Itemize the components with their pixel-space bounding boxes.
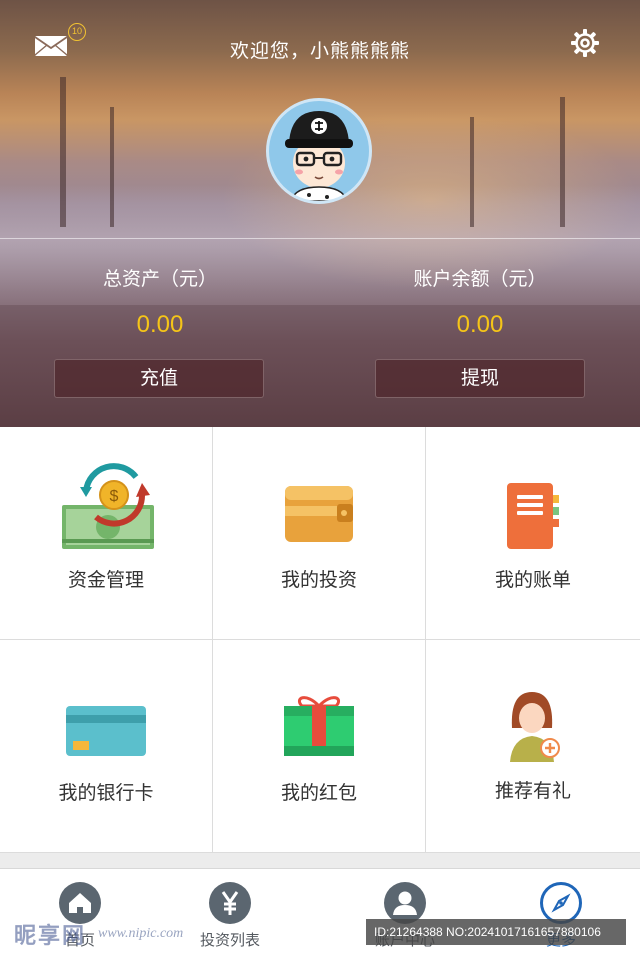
menu-item-fund-management[interactable]: $ 资金管理 [0, 427, 213, 640]
user-avatar [285, 111, 353, 201]
tree-silhouette [60, 77, 66, 227]
gift-icon [284, 696, 354, 756]
balance-value: 0.00 [456, 311, 504, 338]
menu-item-label: 我的账单 [494, 569, 571, 591]
tab-investment-list[interactable]: 投资列表 [150, 869, 310, 960]
menu-item-my-bank-card[interactable]: 我的银行卡 [0, 640, 213, 853]
settings-button[interactable] [569, 27, 601, 59]
avatar[interactable] [266, 98, 372, 204]
menu-item-label: 我的投资 [280, 569, 357, 591]
tree-silhouette [560, 97, 565, 227]
menu-item-referral-gift[interactable]: 推荐有礼 [426, 640, 640, 853]
gear-icon [571, 29, 599, 57]
tree-silhouette [110, 107, 114, 227]
withdraw-button[interactable]: 提现 [375, 359, 585, 398]
bank-card-icon [66, 706, 146, 756]
menu-item-my-red-packet[interactable]: 我的红包 [213, 640, 426, 853]
referral-icon [510, 692, 560, 762]
account-header: 10 欢迎您，小熊熊熊熊 总资产（元） 账户余额（元） 0.00 0.00 充值… [0, 0, 640, 427]
menu-item-my-bill[interactable]: 我的账单 [426, 427, 640, 640]
svg-text:$: $ [110, 488, 119, 505]
compass-icon [540, 882, 582, 924]
menu-item-label: 我的红包 [280, 782, 357, 804]
total-assets-value: 0.00 [136, 311, 184, 338]
yen-icon [209, 882, 251, 924]
header-divider [0, 238, 640, 239]
watermark-url: www.nipic.com [98, 926, 184, 941]
menu-item-label: 资金管理 [67, 569, 144, 591]
watermark-logo: 昵享网 [14, 923, 87, 949]
recharge-button[interactable]: 充值 [54, 359, 264, 398]
watermark-id: ID:21264388 NO:20241017161657880106 [366, 919, 626, 945]
menu-grid: $ 资金管理 我的投资 我的账单 我的银行卡 我的红包 推荐有礼 [0, 427, 640, 853]
notebook-icon [507, 483, 559, 549]
wallet-icon [285, 486, 353, 542]
menu-item-label: 我的银行卡 [58, 782, 154, 804]
tab-more[interactable]: 更多 [481, 869, 640, 960]
money-exchange-icon: $ [62, 463, 154, 549]
user-icon [384, 882, 426, 924]
menu-item-label: 推荐有礼 [494, 780, 571, 802]
balance-label: 账户余额（元） [413, 268, 547, 290]
bottom-tab-bar: 首页 投资列表 账户中心 更多 [0, 868, 640, 960]
tab-account-center[interactable]: 账户中心 [325, 869, 485, 960]
total-assets-label: 总资产（元） [102, 268, 217, 290]
tree-silhouette [470, 117, 474, 227]
welcome-text: 欢迎您，小熊熊熊熊 [229, 40, 410, 62]
menu-item-my-investment[interactable]: 我的投资 [213, 427, 426, 640]
